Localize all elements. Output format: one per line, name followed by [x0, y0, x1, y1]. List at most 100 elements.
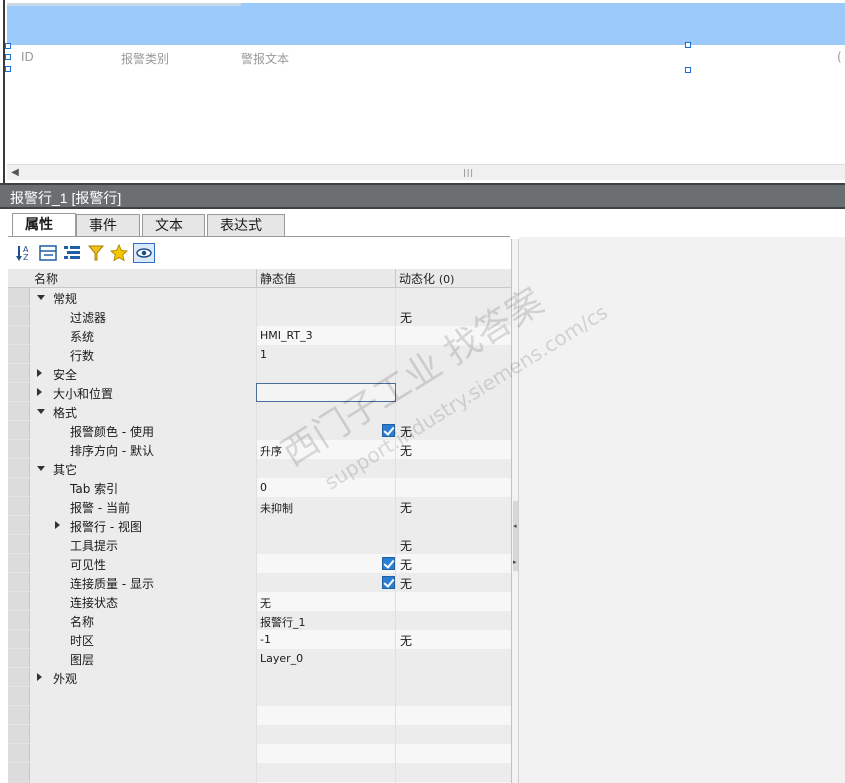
collapse-left-arrow-icon[interactable]: ◂: [513, 521, 518, 531]
property-group-row[interactable]: 外观: [8, 668, 511, 687]
property-group-row[interactable]: 报警行 - 视图: [8, 516, 511, 535]
property-dynamization[interactable]: 无: [395, 440, 511, 459]
property-dynamization[interactable]: 无: [395, 535, 511, 554]
expanded-arrow-icon[interactable]: [37, 466, 45, 471]
resize-handle-bottom[interactable]: [685, 67, 691, 73]
property-static-value[interactable]: [256, 288, 395, 307]
property-dynamization[interactable]: 无: [395, 573, 511, 592]
canvas-horizontal-scrollbar[interactable]: ◀ |||: [7, 164, 845, 180]
sort-az-icon[interactable]: A Z: [14, 243, 34, 263]
property-row[interactable]: 可见性 无: [8, 554, 511, 573]
checkbox-checked[interactable]: [382, 576, 395, 589]
property-dynamization[interactable]: 无: [395, 307, 511, 326]
property-dynamization[interactable]: 无: [395, 630, 511, 649]
header-name[interactable]: 名称: [34, 270, 58, 287]
alarm-view-header-bar[interactable]: [7, 3, 845, 45]
property-static-value[interactable]: 0: [256, 478, 395, 497]
property-static-value[interactable]: [256, 459, 395, 478]
property-dynamization[interactable]: [395, 592, 511, 611]
property-dynamization[interactable]: [395, 649, 511, 668]
property-static-value[interactable]: Layer_0: [256, 649, 395, 668]
checkbox-checked[interactable]: [382, 424, 395, 437]
resize-handle-left-mid[interactable]: [5, 54, 11, 60]
property-dynamization[interactable]: [395, 516, 511, 535]
property-dynamization[interactable]: [395, 326, 511, 345]
scroll-thumb-grip-icon[interactable]: |||: [463, 168, 474, 177]
property-name: 常规: [53, 292, 78, 306]
expand-all-icon[interactable]: [62, 243, 82, 263]
header-static-value[interactable]: 静态值: [260, 270, 296, 287]
property-group-row[interactable]: 格式: [8, 402, 511, 421]
property-row[interactable]: 连接质量 - 显示 无: [8, 573, 511, 592]
eye-icon[interactable]: [133, 243, 155, 263]
property-static-value[interactable]: [256, 402, 395, 421]
property-dynamization[interactable]: [395, 402, 511, 421]
property-static-value[interactable]: [256, 516, 395, 535]
property-group-row[interactable]: 安全: [8, 364, 511, 383]
favorite-star-icon[interactable]: [109, 243, 129, 263]
property-row[interactable]: 过滤器 无: [8, 307, 511, 326]
property-row[interactable]: 时区 -1 无: [8, 630, 511, 649]
property-dynamization[interactable]: [395, 345, 511, 364]
property-group-row[interactable]: 其它: [8, 459, 511, 478]
property-dynamization[interactable]: [395, 364, 511, 383]
property-row[interactable]: 图层 Layer_0: [8, 649, 511, 668]
property-row[interactable]: 排序方向 - 默认 升序 无: [8, 440, 511, 459]
property-static-value[interactable]: HMI_RT_3: [256, 326, 395, 345]
collapsed-arrow-icon[interactable]: [55, 521, 60, 529]
property-static-value[interactable]: [256, 573, 395, 592]
dynamization-text: 无: [400, 634, 413, 648]
property-static-value[interactable]: [256, 535, 395, 554]
expanded-arrow-icon[interactable]: [37, 409, 45, 414]
collapsed-arrow-icon[interactable]: [37, 673, 42, 681]
property-dynamization[interactable]: 无: [395, 554, 511, 573]
property-row[interactable]: 报警颜色 - 使用 无: [8, 421, 511, 440]
property-row[interactable]: Tab 索引 0: [8, 478, 511, 497]
resize-handle-left-top[interactable]: [5, 43, 11, 49]
property-static-value[interactable]: 未抑制: [256, 497, 395, 516]
property-static-value[interactable]: [256, 668, 395, 687]
property-static-value[interactable]: [256, 421, 395, 440]
scroll-left-arrow-icon[interactable]: ◀: [7, 165, 23, 181]
property-static-value[interactable]: -1: [256, 630, 395, 649]
property-dynamization[interactable]: [395, 459, 511, 478]
resize-handle-top[interactable]: [685, 42, 691, 48]
vertical-splitter-scrollbar[interactable]: ◂ ▸: [511, 239, 519, 783]
property-static-value[interactable]: 报警行_1: [256, 611, 395, 630]
property-row[interactable]: 工具提示 无: [8, 535, 511, 554]
property-row[interactable]: 系统 HMI_RT_3: [8, 326, 511, 345]
collapse-all-icon[interactable]: [38, 243, 58, 263]
collapse-right-arrow-icon[interactable]: ▸: [513, 557, 518, 567]
expanded-arrow-icon[interactable]: [37, 295, 45, 300]
property-row[interactable]: 报警 - 当前 未抑制 无: [8, 497, 511, 516]
property-static-value[interactable]: [256, 364, 395, 383]
property-row[interactable]: 名称 报警行_1: [8, 611, 511, 630]
property-dynamization[interactable]: [395, 611, 511, 630]
collapsed-arrow-icon[interactable]: [37, 369, 42, 377]
empty-row: [8, 744, 511, 763]
property-static-value[interactable]: 升序: [256, 440, 395, 459]
collapsed-arrow-icon[interactable]: [37, 388, 42, 396]
filter-icon[interactable]: [86, 243, 106, 263]
tab-events[interactable]: 事件: [76, 214, 140, 236]
checkbox-checked[interactable]: [382, 557, 395, 570]
property-dynamization[interactable]: [395, 478, 511, 497]
property-static-value[interactable]: 1: [256, 345, 395, 364]
property-row[interactable]: 行数 1: [8, 345, 511, 364]
property-dynamization[interactable]: [395, 288, 511, 307]
tab-texts[interactable]: 文本: [142, 214, 205, 236]
property-dynamization[interactable]: [395, 383, 511, 402]
resize-handle-left-bottom[interactable]: [5, 66, 11, 72]
property-static-value[interactable]: [256, 307, 395, 326]
property-group-row[interactable]: 大小和位置: [8, 383, 511, 402]
property-group-row[interactable]: 常规: [8, 288, 511, 307]
property-row[interactable]: 连接状态 无: [8, 592, 511, 611]
property-dynamization[interactable]: 无: [395, 421, 511, 440]
property-dynamization[interactable]: [395, 668, 511, 687]
property-static-value[interactable]: 无: [256, 592, 395, 611]
tab-properties[interactable]: 属性: [12, 213, 76, 237]
header-dynamic[interactable]: 动态化 (0): [399, 270, 454, 287]
property-dynamization[interactable]: 无: [395, 497, 511, 516]
tab-expressions[interactable]: 表达式: [207, 214, 285, 236]
property-static-value[interactable]: [256, 554, 395, 573]
